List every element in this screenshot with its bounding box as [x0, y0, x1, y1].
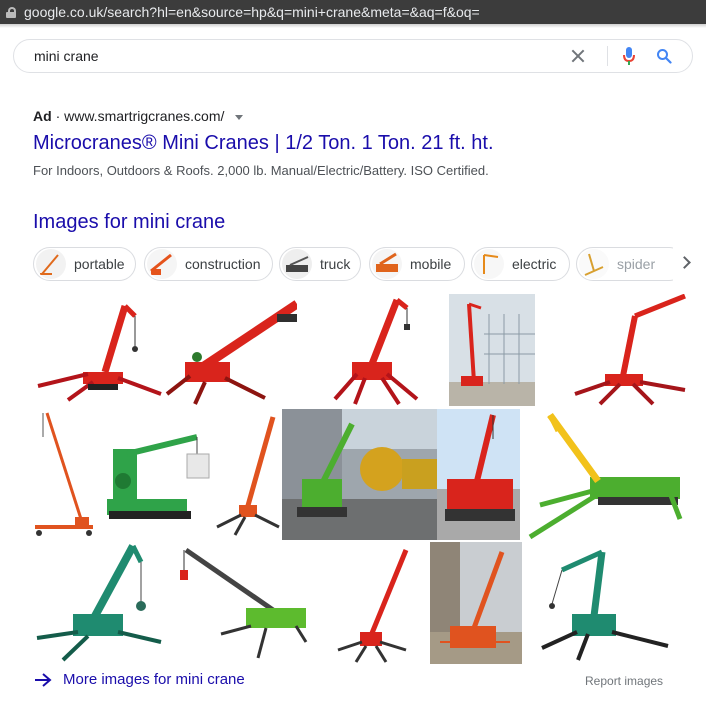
clear-icon[interactable]	[571, 49, 585, 63]
image-result[interactable]	[522, 542, 686, 664]
chip-label: construction	[185, 256, 261, 272]
image-result[interactable]	[97, 409, 213, 540]
chip-label: truck	[320, 256, 351, 272]
ad-domain[interactable]: www.smartrigcranes.com/	[64, 108, 224, 124]
divider	[607, 46, 608, 66]
image-result[interactable]	[437, 409, 520, 540]
url-text: google.co.uk/search?hl=en&source=hp&q=mi…	[24, 4, 480, 20]
ad-label: Ad	[33, 108, 52, 124]
more-images-link[interactable]: More images for mini crane	[33, 671, 245, 688]
dropdown-arrow-icon[interactable]	[235, 114, 244, 120]
search-input[interactable]: mini crane	[34, 48, 571, 64]
image-result[interactable]	[310, 542, 430, 664]
lock-icon	[6, 6, 16, 18]
divider	[0, 24, 706, 28]
image-filter-chips: portable construction truck mobile elect…	[33, 247, 673, 283]
chip-label: mobile	[410, 256, 452, 272]
image-result[interactable]	[297, 294, 449, 406]
image-result[interactable]	[33, 542, 166, 664]
chip-truck[interactable]: truck	[279, 247, 361, 281]
more-images-label: More images for mini crane	[63, 671, 245, 688]
ad-description: For Indoors, Outdoors & Roofs. 2,000 lb.…	[33, 163, 489, 178]
image-result[interactable]	[33, 409, 97, 540]
chip-mobile[interactable]: mobile	[369, 247, 465, 281]
image-result[interactable]	[282, 409, 437, 540]
chip-portable[interactable]: portable	[33, 247, 136, 281]
chip-thumbnail	[474, 249, 504, 279]
chip-thumbnail	[579, 249, 609, 279]
chip-spider[interactable]: spider	[576, 247, 673, 281]
image-result[interactable]	[213, 409, 282, 540]
image-result[interactable]	[520, 409, 686, 540]
image-result[interactable]	[449, 294, 535, 406]
chip-label: spider	[617, 256, 656, 272]
browser-address-bar[interactable]: google.co.uk/search?hl=en&source=hp&q=mi…	[0, 0, 706, 24]
ad-dot: ·	[55, 108, 65, 124]
chip-electric[interactable]: electric	[471, 247, 570, 281]
image-result[interactable]	[166, 542, 310, 664]
microphone-icon[interactable]	[622, 46, 636, 66]
chip-label: electric	[512, 256, 557, 272]
image-result[interactable]	[430, 542, 522, 664]
search-icon[interactable]	[656, 48, 672, 64]
chip-thumbnail	[372, 249, 402, 279]
search-box[interactable]: mini crane	[13, 39, 693, 73]
image-result[interactable]	[165, 294, 297, 406]
image-result[interactable]	[535, 294, 687, 406]
chip-label: portable	[74, 256, 125, 272]
chevron-right-icon[interactable]	[678, 256, 691, 269]
report-images-link[interactable]: Report images	[585, 674, 663, 688]
image-result[interactable]	[33, 294, 165, 406]
chip-thumbnail	[282, 249, 312, 279]
chip-thumbnail	[147, 249, 177, 279]
ad-title-link[interactable]: Microcranes® Mini Cranes | 1/2 Ton. 1 To…	[33, 132, 494, 155]
arrow-right-icon	[35, 672, 52, 687]
chip-construction[interactable]: construction	[144, 247, 273, 281]
ad-header: Ad · www.smartrigcranes.com/	[33, 108, 244, 124]
chip-thumbnail	[36, 249, 66, 279]
images-heading[interactable]: Images for mini crane	[33, 211, 225, 234]
